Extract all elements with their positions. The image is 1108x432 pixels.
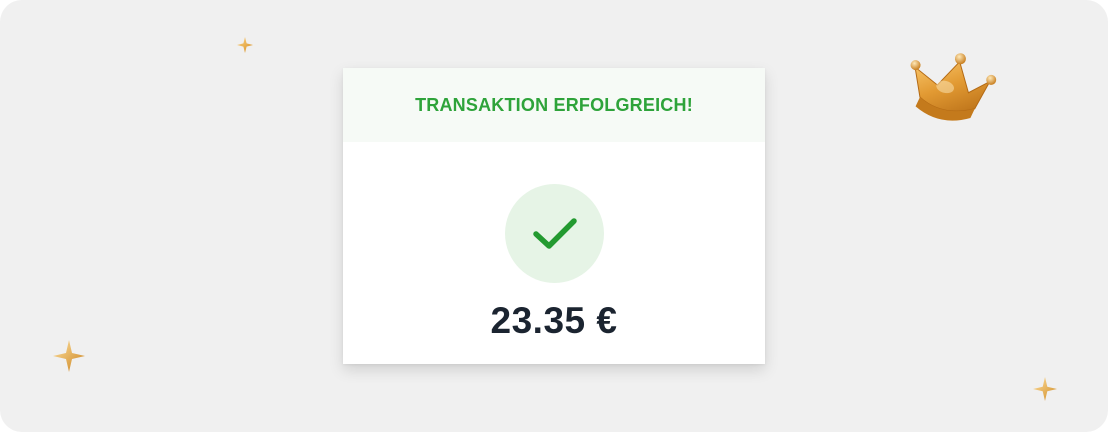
checkmark-icon (532, 217, 577, 249)
success-indicator (505, 184, 604, 283)
transaction-amount: 23.35 € (490, 300, 618, 341)
page-background: TRANSAKTION ERFOLGREICH! 23.35 € (0, 0, 1108, 432)
sparkle-icon (237, 37, 253, 53)
transaction-status-title: TRANSAKTION ERFOLGREICH! (415, 94, 693, 115)
transaction-card: TRANSAKTION ERFOLGREICH! 23.35 € (343, 68, 765, 364)
sparkle-icon (1033, 377, 1057, 401)
sparkle-icon (53, 340, 85, 372)
card-header: TRANSAKTION ERFOLGREICH! (343, 68, 765, 142)
crown-icon (910, 53, 997, 121)
